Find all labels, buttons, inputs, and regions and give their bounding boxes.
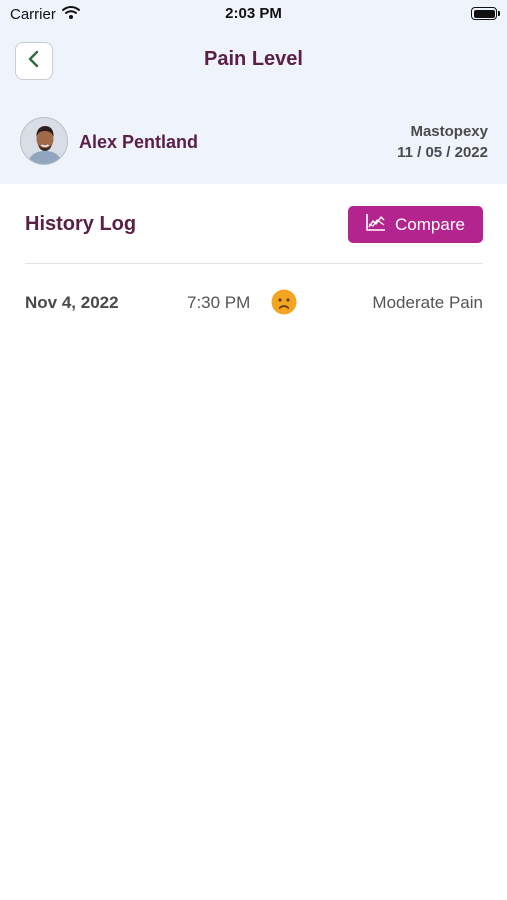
status-bar: Carrier 2:03 PM (0, 0, 507, 28)
battery-icon (471, 7, 500, 20)
entry-pain-level: Moderate Pain (372, 293, 483, 312)
patient-name: Alex Pentland (79, 132, 199, 152)
chart-icon (366, 213, 386, 236)
header-area: Carrier 2:03 PM Pain Level Alex Pentland… (0, 0, 507, 184)
status-time: 2:03 PM (225, 5, 282, 22)
divider (25, 263, 483, 264)
entry-date: Nov 4, 2022 (25, 293, 119, 312)
entry-time: 7:30 PM (187, 293, 251, 312)
avatar (20, 117, 68, 165)
page-title: Pain Level (204, 48, 303, 70)
history-entry[interactable]: Nov 4, 2022 7:30 PM Moderate Pain (25, 283, 483, 319)
procedure-date: 11 / 05 / 2022 (397, 144, 488, 161)
frown-face-icon (271, 289, 297, 315)
compare-button[interactable]: Compare (348, 206, 483, 243)
history-log-title: History Log (25, 213, 137, 235)
compare-label: Compare (395, 214, 465, 234)
procedure-name: Mastopexy (410, 123, 488, 140)
